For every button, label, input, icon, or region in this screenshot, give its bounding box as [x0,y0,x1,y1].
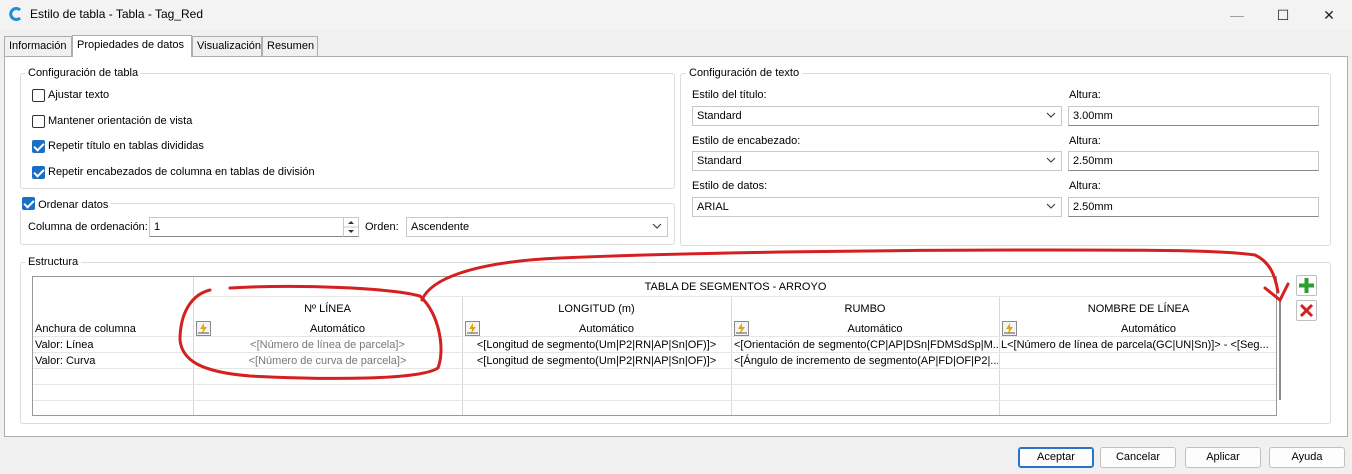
altura-datos-label: Altura: [1069,180,1101,192]
table-title[interactable]: TABLA DE SEGMENTOS - ARROYO [193,279,1276,295]
civil3d-app-icon [9,7,22,21]
estructura-legend: Estructura [25,256,82,268]
window-title: Estilo de tabla - Tabla - Tag_Red [30,7,203,21]
column-header[interactable]: LONGITUD (m) [462,301,731,317]
estilo-encabezado-value: Standard [697,155,742,167]
ajustar-texto-checkbox[interactable] [32,89,45,102]
grid-vline [193,277,194,415]
lightning-icon [198,323,209,334]
estilo-encabezado-label: Estilo de encabezado: [692,135,801,147]
chevron-down-icon [1046,157,1056,163]
column-header[interactable]: RUMBO [731,301,999,317]
value-cell[interactable]: <[Número de curva de parcela]> [195,353,460,369]
value-cell[interactable]: <[Orientación de segmento(CP|AP|DSn|FDMS… [734,337,998,353]
orden-label: Orden: [365,221,399,233]
altura-titulo-value: 3.00mm [1073,110,1113,122]
value-cell[interactable]: <[Ángulo de incremento de segmento(AP|FD… [734,353,998,369]
altura-datos-input[interactable]: 2.50mm [1068,197,1319,217]
lightning-icon [1004,323,1015,334]
auto-width-button[interactable] [734,321,749,336]
close-icon: ✕ [1323,6,1335,23]
aceptar-button[interactable]: Aceptar [1018,447,1094,468]
altura-titulo-input[interactable]: 3.00mm [1068,106,1319,126]
chevron-down-icon [652,223,662,229]
estilo-titulo-value: Standard [697,110,742,122]
auto-width-button[interactable] [1002,321,1017,336]
estilo-datos-value: ARIAL [697,201,729,213]
cancelar-button[interactable]: Cancelar [1100,447,1176,468]
estilo-titulo-select[interactable]: Standard [692,106,1062,126]
column-header[interactable]: NOMBRE DE LÍNEA [999,301,1276,317]
column-width-value[interactable]: Automático [482,321,731,337]
green-plus-icon [1299,278,1314,293]
red-x-icon [1299,303,1314,318]
altura-datos-value: 2.50mm [1073,201,1113,213]
lightning-icon [736,323,747,334]
grid-hline [33,400,1276,401]
estilo-encabezado-select[interactable]: Standard [692,151,1062,171]
value-cell[interactable]: <[Número de línea de parcela]> [195,337,460,353]
repetir-encabezados-checkbox[interactable] [32,166,45,179]
grid-scrollbar[interactable] [1279,300,1281,400]
minimize-button[interactable]: — [1214,0,1260,30]
columna-ordenacion-value: 1 [154,221,161,233]
repetir-titulo-checkbox[interactable] [32,140,45,153]
column-width-value[interactable]: Automático [751,321,999,337]
value-cell[interactable]: L<[Número de línea de parcela(GC|UN|Sn)]… [1001,337,1273,353]
maximize-icon: ☐ [1276,6,1290,23]
add-column-button[interactable] [1296,275,1317,296]
column-header[interactable]: Nº LÍNEA [193,301,462,317]
columna-ordenacion-input[interactable]: 1 [149,217,359,237]
tab-propiedades-datos[interactable]: Propiedades de datos [72,35,192,57]
structure-grid[interactable]: TABLA DE SEGMENTOS - ARROYO Nº LÍNEA LON… [32,276,1277,416]
altura-encabezado-input[interactable]: 2.50mm [1068,151,1319,171]
row-label-curva: Valor: Curva [35,355,96,367]
repetir-encabezados-label: Repetir encabezados de columna en tablas… [48,166,315,178]
row-label-linea: Valor: Línea [35,339,94,351]
auto-width-button[interactable] [465,321,480,336]
row-label-anchura: Anchura de columna [35,323,136,335]
columna-ordenacion-spinner[interactable] [343,217,358,237]
columna-ordenacion-label: Columna de ordenación: [28,221,148,233]
aplicar-button[interactable]: Aplicar [1185,447,1261,468]
column-width-value[interactable]: Automático [1019,321,1276,337]
estilo-datos-label: Estilo de datos: [692,180,768,192]
minimize-icon: — [1230,7,1244,23]
estilo-titulo-label: Estilo del título: [692,89,767,101]
ordenar-datos-legend: Ordenar datos [38,199,109,211]
ayuda-button[interactable]: Ayuda [1269,447,1345,468]
estilo-datos-select[interactable]: ARIAL [692,197,1062,217]
grid-hline [33,384,1276,385]
mantener-orientacion-checkbox[interactable] [32,115,45,128]
lightning-icon [467,323,478,334]
chevron-down-icon [1046,112,1056,118]
altura-encabezado-value: 2.50mm [1073,155,1113,167]
spinner-arrows-icon [344,221,358,233]
tab-visualizacion[interactable]: Visualización [192,36,262,56]
tab-informacion[interactable]: Información [4,36,72,56]
altura-encabezado-label: Altura: [1069,135,1101,147]
ordenar-datos-legend-wrap: Ordenar datos [20,197,112,211]
orden-select-value: Ascendente [411,221,470,233]
orden-select[interactable]: Ascendente [406,217,668,237]
value-cell[interactable]: <[Longitud de segmento(Um|P2|RN|AP|Sn|OF… [464,337,729,353]
value-cell[interactable] [1001,353,1273,369]
auto-width-button[interactable] [196,321,211,336]
tab-resumen[interactable]: Resumen [262,36,318,56]
config-texto-legend: Configuración de texto [686,67,803,79]
repetir-titulo-label: Repetir título en tablas divididas [48,140,204,152]
value-cell[interactable]: <[Longitud de segmento(Um|P2|RN|AP|Sn|OF… [464,353,729,369]
delete-column-button[interactable] [1296,300,1317,321]
ordenar-datos-checkbox[interactable] [22,197,35,210]
column-width-value[interactable]: Automático [213,321,462,337]
config-tabla-legend: Configuración de tabla [25,67,142,79]
grid-hline [193,296,1276,297]
mantener-orientacion-label: Mantener orientación de vista [48,115,193,127]
maximize-button[interactable]: ☐ [1260,0,1306,30]
altura-titulo-label: Altura: [1069,89,1101,101]
chevron-down-icon [1046,203,1056,209]
close-button[interactable]: ✕ [1306,0,1352,30]
ajustar-texto-label: Ajustar texto [48,89,110,101]
